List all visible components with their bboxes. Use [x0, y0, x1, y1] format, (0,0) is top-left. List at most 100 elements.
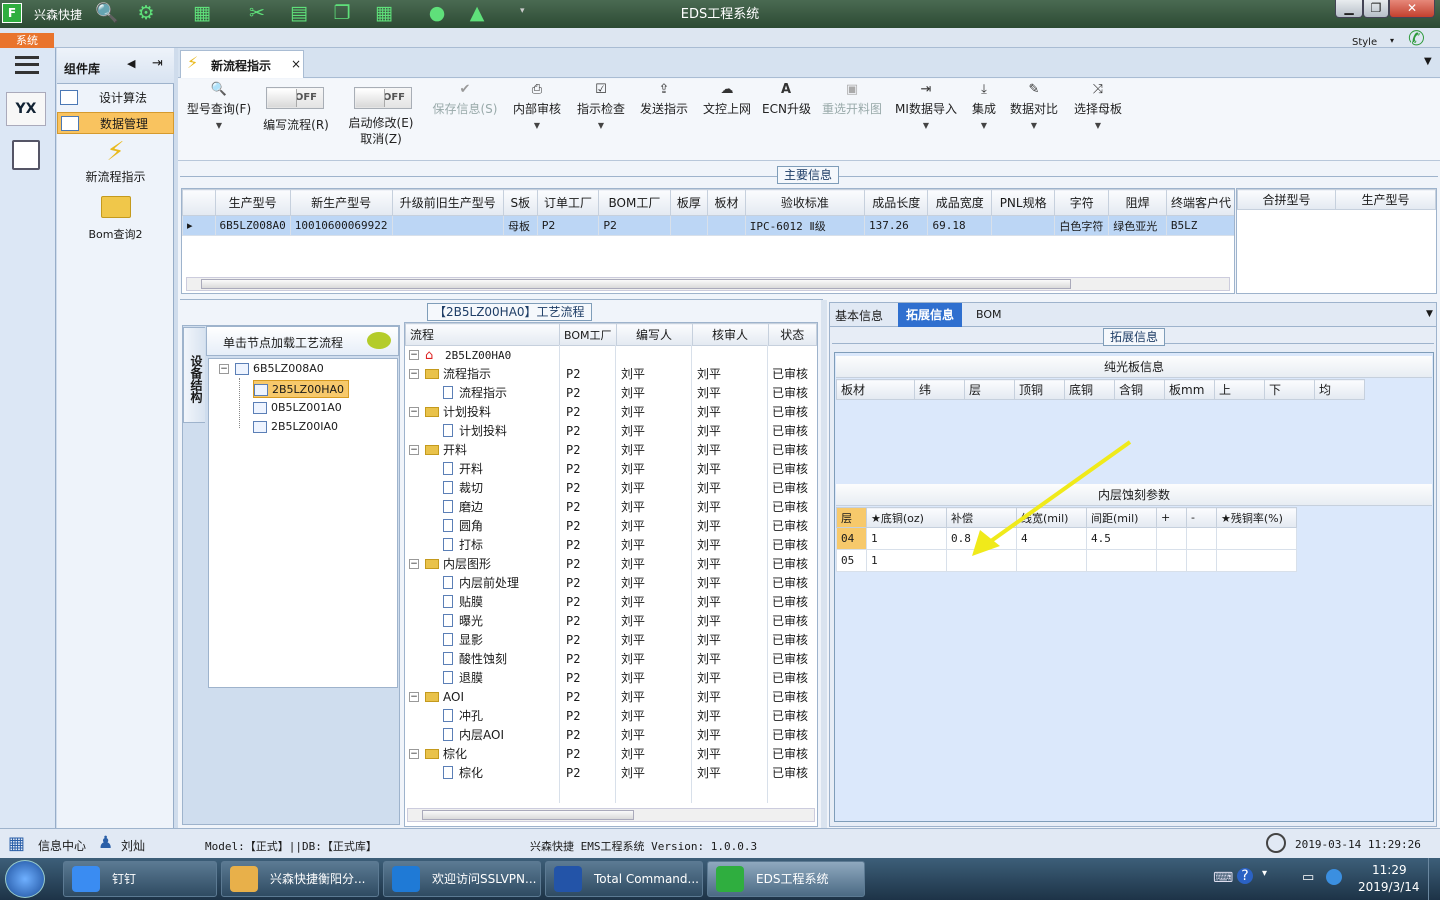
clock-time[interactable]: 11:29 [1372, 863, 1407, 877]
table-cell[interactable]: 白色字符 [1054, 215, 1110, 236]
process-root-row[interactable]: − ⌂ 2B5LZ00HA0 [405, 346, 815, 365]
lib-item-design-algorithm[interactable]: 设计算法 [57, 87, 174, 109]
col-header[interactable]: 生产型号 [1335, 189, 1436, 210]
calculator-icon[interactable] [12, 140, 40, 170]
col-header[interactable]: 合拼型号 [1237, 189, 1336, 210]
network-icon[interactable]: ▭ [1302, 870, 1314, 885]
table-cell[interactable]: 05 [836, 549, 867, 572]
collapse-icon[interactable]: − [409, 749, 419, 759]
pin-icon[interactable]: ⇥ [152, 56, 163, 71]
table-cell[interactable]: P2 [536, 215, 600, 236]
col-header[interactable]: 层 [964, 379, 1015, 400]
lib-item-bom-query[interactable]: Bom查询2 [57, 196, 174, 242]
col-header[interactable]: 升级前旧生产型号 [391, 189, 504, 216]
table-cell[interactable] [391, 215, 504, 236]
table-cell[interactable]: 137.26 [864, 215, 929, 236]
ecn-upgrade-button[interactable]: A ECN升级 [762, 81, 811, 119]
process-row[interactable]: 开料 − P2 刘平 刘平 已审核 [405, 441, 815, 460]
col-header[interactable]: BOM工厂 [598, 189, 671, 216]
select-mother-board-button[interactable]: ⤨ 选择母板 ▼ [1070, 81, 1126, 133]
collapse-icon[interactable]: − [409, 407, 419, 417]
horizontal-scrollbar[interactable] [407, 808, 815, 822]
tab-basic-info[interactable]: 基本信息 [835, 307, 883, 324]
col-header[interactable]: BOM工厂 [559, 323, 617, 346]
table-row[interactable]: ▸ 6B5LZ008A0 10010600069922 母板 P2 P2 IPC… [182, 215, 1234, 236]
help-icon[interactable]: ? [1237, 868, 1253, 884]
close-button[interactable]: ✕ [1389, 0, 1435, 18]
process-row[interactable]: 内层前处理 P2 刘平 刘平 已审核 [405, 574, 815, 593]
col-header[interactable]: 均 [1314, 379, 1365, 400]
scissors-icon[interactable]: ✂ [245, 2, 269, 24]
col-header[interactable]: 流程 [405, 323, 560, 346]
minimize-button[interactable]: ▁ [1335, 0, 1363, 18]
process-row[interactable]: 计划投料 P2 刘平 刘平 已审核 [405, 422, 815, 441]
process-row[interactable]: AOI − P2 刘平 刘平 已审核 [405, 688, 815, 707]
tray-expand-icon[interactable]: ▾ [1262, 868, 1267, 879]
process-row[interactable]: 贴膜 P2 刘平 刘平 已审核 [405, 593, 815, 612]
process-row[interactable]: 显影 P2 刘平 刘平 已审核 [405, 631, 815, 650]
vpn-icon[interactable] [1326, 869, 1342, 885]
collapse-icon[interactable]: − [219, 364, 229, 374]
mi-import-button[interactable]: ⇥ MI数据导入 ▼ [892, 81, 960, 133]
task-dingtalk[interactable]: 钉钉 [63, 861, 217, 897]
process-row[interactable]: 退膜 P2 刘平 刘平 已审核 [405, 669, 815, 688]
equipment-structure-tab[interactable]: 设备结构 [183, 327, 205, 423]
col-header[interactable]: 板材 [707, 189, 746, 216]
process-row[interactable]: 开料 P2 刘平 刘平 已审核 [405, 460, 815, 479]
table-cell[interactable] [1216, 549, 1297, 572]
col-header[interactable]: 阻焊 [1108, 189, 1167, 216]
process-row[interactable]: 流程指示 P2 刘平 刘平 已审核 [405, 384, 815, 403]
col-header[interactable]: 生产型号 [214, 189, 291, 216]
col-header[interactable]: 层 [836, 507, 867, 528]
send-instruction-button[interactable]: ⇪ 发送指示 [636, 81, 692, 119]
col-header[interactable]: 状态 [767, 323, 818, 346]
phone-icon[interactable]: ✆ [1408, 26, 1425, 50]
model-query-button[interactable]: 🔍 型号查询(F) ▼ [184, 81, 254, 133]
process-row[interactable]: 曝光 P2 刘平 刘平 已审核 [405, 612, 815, 631]
collapse-icon[interactable]: − [409, 369, 419, 379]
col-header[interactable]: ★残铜率(%) [1216, 507, 1297, 528]
table-cell[interactable]: 母板 [502, 215, 538, 236]
tab-close-icon[interactable]: × [291, 57, 301, 71]
col-header[interactable]: PNL规格 [990, 189, 1056, 216]
grid-icon[interactable]: ▦ [190, 2, 214, 24]
process-row[interactable]: 流程指示 − P2 刘平 刘平 已审核 [405, 365, 815, 384]
table-cell[interactable]: 绿色亚光 [1108, 215, 1167, 236]
tab-new-flow[interactable]: ⚡ 新流程指示 × [180, 50, 304, 78]
table-cell[interactable]: 1 [866, 549, 947, 572]
col-header[interactable]: 含铜 [1114, 379, 1165, 400]
search-icon[interactable]: 🔍 [95, 2, 119, 24]
tree-node-selected[interactable]: 2B5LZ00HA0 [253, 380, 349, 398]
col-header[interactable]: 底铜 [1064, 379, 1115, 400]
process-row[interactable]: 内层AOI P2 刘平 刘平 已审核 [405, 726, 815, 745]
col-header[interactable]: 板mm [1164, 379, 1215, 400]
tab-extended-info[interactable]: 拓展信息 [898, 303, 963, 327]
lib-item-data-management[interactable]: 数据管理 [57, 112, 174, 134]
toolbar-dropdown-icon[interactable]: ▾ [520, 6, 525, 16]
table-cell[interactable] [1186, 549, 1217, 572]
col-header[interactable]: 纬 [914, 379, 965, 400]
process-row[interactable]: 冲孔 P2 刘平 刘平 已审核 [405, 707, 815, 726]
maximize-button[interactable]: ❐ [1363, 0, 1389, 18]
col-header[interactable]: 新生产型号 [289, 189, 393, 216]
col-header[interactable]: 字符 [1054, 189, 1110, 216]
film-icon[interactable]: ▤ [287, 2, 311, 24]
table-cell[interactable]: 69.18 [927, 215, 992, 236]
process-row[interactable]: 计划投料 − P2 刘平 刘平 已审核 [405, 403, 815, 422]
process-row[interactable]: 内层图形 − P2 刘平 刘平 已审核 [405, 555, 815, 574]
process-row[interactable]: 棕化 P2 刘平 刘平 已审核 [405, 764, 815, 783]
doc-control-online-button[interactable]: ☁ 文控上网 [698, 81, 756, 119]
info-center-link[interactable]: 信息中心 [38, 837, 86, 854]
process-row[interactable]: 打标 P2 刘平 刘平 已审核 [405, 536, 815, 555]
chevron-down-icon[interactable]: ▼ [1426, 309, 1433, 319]
integrate-button[interactable]: ⤓ 集成 ▼ [966, 81, 1002, 133]
col-header[interactable]: 成品宽度 [927, 189, 992, 216]
user-icon[interactable]: ● [425, 2, 449, 24]
task-sslvpn[interactable]: 欢迎访问SSLVPN... [383, 861, 541, 897]
collapse-icon[interactable]: − [409, 692, 419, 702]
table-cell[interactable]: 1 [866, 527, 947, 550]
col-header[interactable]: 上 [1214, 379, 1265, 400]
start-button[interactable] [5, 860, 45, 898]
gear-icon[interactable]: ⚙ [134, 2, 158, 24]
scrollbar-thumb[interactable] [422, 810, 634, 820]
